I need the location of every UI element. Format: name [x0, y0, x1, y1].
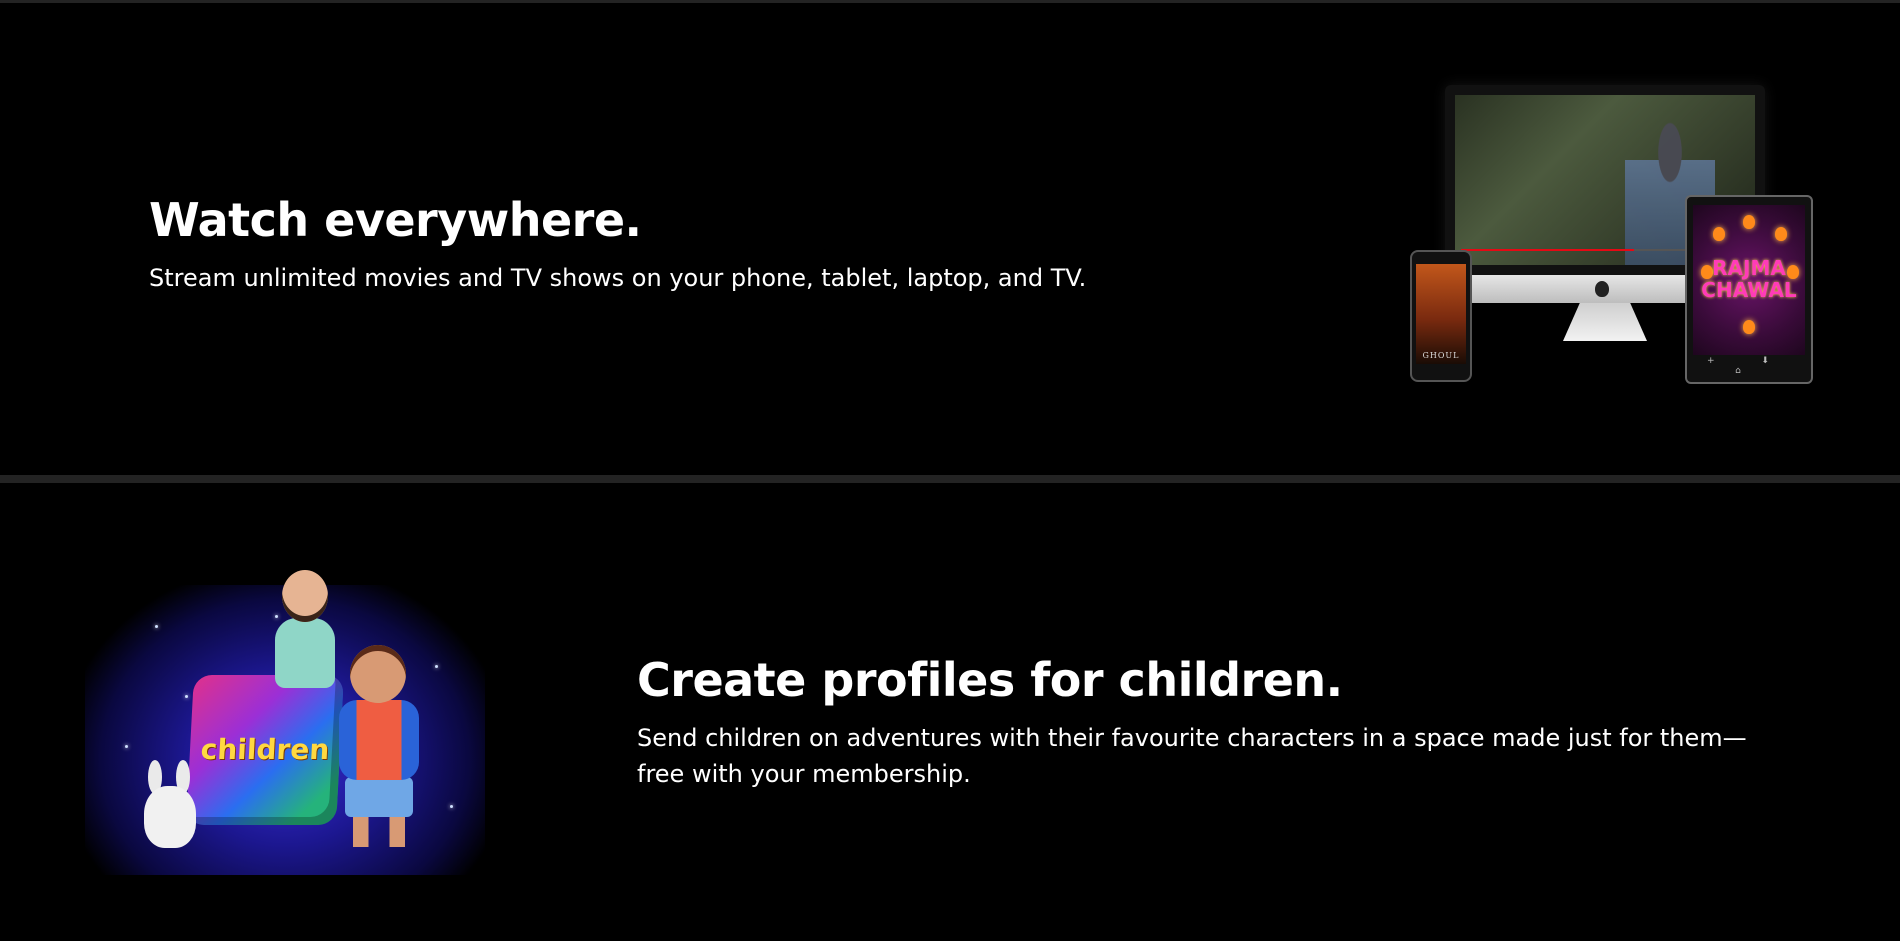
diya-decoration: [1713, 227, 1725, 241]
devices-image: GHOUL RAJMA CHAWAL + ⬇ ⌂: [1405, 80, 1815, 385]
tablet-title-line2: CHAWAL: [1701, 278, 1797, 302]
star-sparkle: [125, 745, 128, 748]
apple-logo-icon: [1595, 281, 1609, 297]
boy-head: [350, 645, 406, 703]
diya-decoration: [1743, 320, 1755, 334]
diya-decoration: [1775, 227, 1787, 241]
top-divider: [0, 0, 1900, 3]
watch-subtext: Stream unlimited movies and TV shows on …: [149, 264, 1087, 292]
boy-jacket: [339, 700, 419, 780]
bunny-character: [140, 760, 200, 850]
kids-heading: Create profiles for children.: [637, 653, 1343, 707]
star-sparkle: [450, 805, 453, 808]
diya-decoration: [1743, 215, 1755, 229]
video-progress-fill: [1461, 249, 1634, 251]
boy-legs: [353, 815, 405, 847]
boy-character: [325, 645, 435, 855]
monitor-stand: [1563, 303, 1647, 341]
tablet-title-line1: RAJMA: [1712, 256, 1786, 280]
phone-device: GHOUL: [1410, 250, 1472, 382]
phone-poster-title: GHOUL: [1422, 351, 1460, 360]
star-sparkle: [185, 695, 188, 698]
star-sparkle: [435, 665, 438, 668]
watch-heading: Watch everywhere.: [149, 193, 642, 247]
kids-text-block: Create profiles for children. Send child…: [637, 650, 1757, 792]
girl-head: [282, 570, 328, 622]
kids-characters-image: children: [55, 545, 505, 895]
tablet-screen: RAJMA CHAWAL: [1693, 205, 1805, 355]
tablet-device: RAJMA CHAWAL + ⬇ ⌂: [1685, 195, 1813, 384]
children-tile: children: [186, 675, 344, 825]
bunny-body: [144, 786, 196, 848]
tablet-poster-title: RAJMA CHAWAL: [1693, 257, 1805, 301]
kids-subtext: Send children on adventures with their f…: [637, 724, 1747, 788]
tablet-controls: + ⬇ ⌂: [1707, 356, 1791, 376]
phone-screen: GHOUL: [1416, 264, 1466, 364]
section-divider: [0, 475, 1900, 483]
watch-text-block: Watch everywhere. Stream unlimited movie…: [149, 190, 1149, 296]
star-sparkle: [155, 625, 158, 628]
boy-shorts: [345, 777, 413, 817]
page: Watch everywhere. Stream unlimited movie…: [0, 0, 1900, 941]
children-tile-label: children: [199, 733, 331, 766]
